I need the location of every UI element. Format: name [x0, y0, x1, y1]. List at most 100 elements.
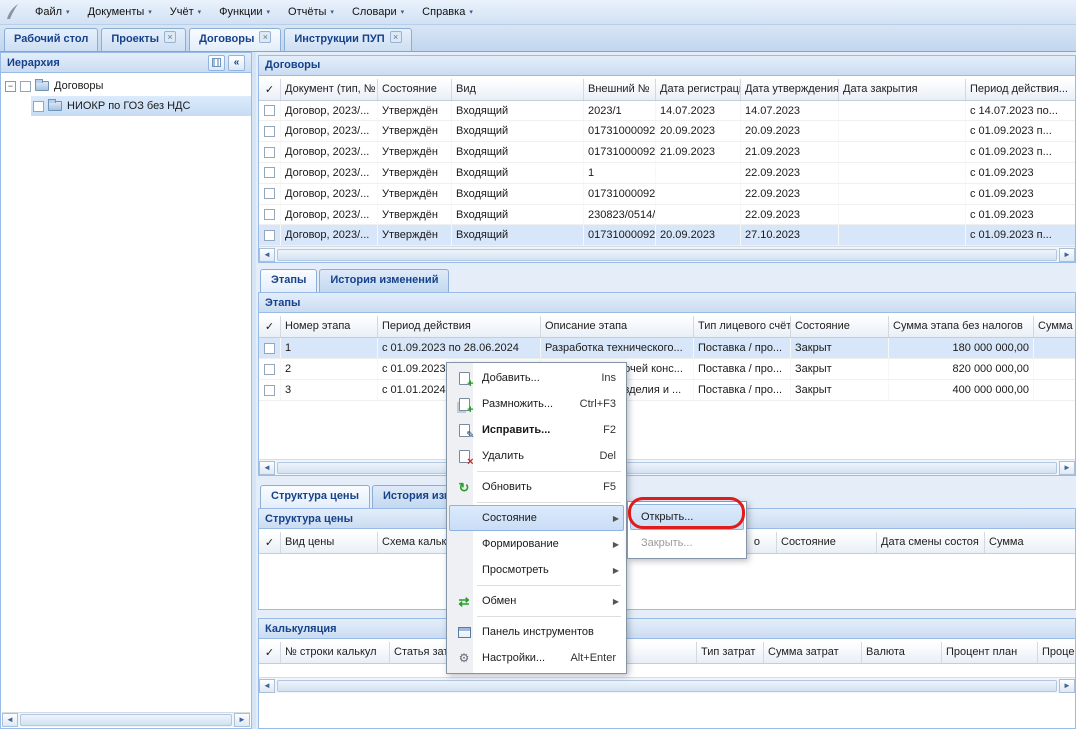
- column-header-sum-no-tax[interactable]: Сумма этапа без налогов: [889, 316, 1034, 337]
- calc-horizontal-scrollbar[interactable]: ◄ ►: [259, 677, 1075, 693]
- row-checkbox[interactable]: [259, 121, 281, 141]
- tree-node-child[interactable]: НИОКР по ГОЗ без НДС: [1, 96, 251, 116]
- hierarchy-horizontal-scrollbar[interactable]: ◄ ►: [2, 712, 250, 727]
- row-checkbox[interactable]: [259, 184, 281, 204]
- stages-row[interactable]: 3 с 01.01.2024 по ... Изготовление издел…: [259, 380, 1075, 401]
- tab-price-structure[interactable]: Структура цены: [260, 485, 370, 508]
- menu-item-duplicate[interactable]: Размножить... Ctrl+F3: [449, 391, 624, 417]
- column-header-percent-plan[interactable]: Процент план: [942, 642, 1038, 663]
- column-header-description[interactable]: Описание этапа: [541, 316, 694, 337]
- menu-file[interactable]: Файл▾: [26, 0, 79, 25]
- column-header-approve-date[interactable]: Дата утверждения: [741, 79, 839, 100]
- column-header-price-kind[interactable]: Вид цены: [281, 532, 378, 553]
- stages-row-selected[interactable]: 1 с 01.09.2023 по 28.06.2024 Разработка …: [259, 338, 1075, 359]
- column-header-state-change-date[interactable]: Дата смены состоя: [877, 532, 985, 553]
- stages-row[interactable]: 2 с 01.09.2023 по ... Выполнение прочей …: [259, 359, 1075, 380]
- collapse-node-icon[interactable]: −: [5, 81, 16, 92]
- menu-accounting[interactable]: Учёт▾: [161, 0, 210, 25]
- menu-item-view[interactable]: Просмотреть ▶: [449, 557, 624, 583]
- column-header-period[interactable]: Период действия: [378, 316, 541, 337]
- column-header-reg-date[interactable]: Дата регистрации: [656, 79, 741, 100]
- scroll-right-icon[interactable]: ►: [1059, 461, 1075, 475]
- scroll-left-icon[interactable]: ◄: [259, 248, 275, 262]
- scroll-right-icon[interactable]: ►: [234, 713, 250, 727]
- tree-node-root[interactable]: − Договоры: [1, 76, 251, 96]
- tab-projects[interactable]: Проекты×: [101, 28, 186, 51]
- tree-node-child-selection[interactable]: НИОКР по ГОЗ без НДС: [31, 96, 251, 116]
- scrollbar-thumb[interactable]: [277, 462, 1057, 474]
- row-checkbox[interactable]: [259, 101, 281, 121]
- menu-item-refresh[interactable]: ↻ Обновить F5: [449, 474, 624, 500]
- close-icon[interactable]: ×: [164, 31, 176, 43]
- close-icon[interactable]: ×: [259, 31, 271, 43]
- column-header-kind[interactable]: Вид: [452, 79, 584, 100]
- panel-splitter[interactable]: [252, 52, 256, 729]
- row-checkbox[interactable]: [259, 359, 281, 379]
- column-header-calc-line-no[interactable]: № строки калькул: [281, 642, 390, 663]
- menu-functions[interactable]: Функции▾: [210, 0, 279, 25]
- select-all-header[interactable]: ✓: [259, 79, 281, 100]
- scroll-right-icon[interactable]: ►: [1059, 248, 1075, 262]
- tree-checkbox[interactable]: [33, 101, 44, 112]
- column-header-close-date[interactable]: Дата закрытия: [839, 79, 966, 100]
- tree-checkbox[interactable]: [20, 81, 31, 92]
- column-header-period[interactable]: Период действия...: [966, 79, 1075, 100]
- row-checkbox[interactable]: [259, 142, 281, 162]
- menu-reports[interactable]: Отчёты▾: [279, 0, 343, 25]
- contracts-row[interactable]: Договор, 2023/... Утверждён Входящий 017…: [259, 121, 1075, 142]
- stages-horizontal-scrollbar[interactable]: ◄ ►: [259, 459, 1075, 475]
- scrollbar-thumb[interactable]: [277, 680, 1057, 692]
- column-header-percent-fact[interactable]: Процент ф: [1038, 642, 1075, 663]
- contracts-horizontal-scrollbar[interactable]: ◄ ►: [259, 246, 1075, 262]
- column-header-account-type[interactable]: Тип лицевого счёт: [694, 316, 791, 337]
- column-header-sum[interactable]: Сумма: [985, 532, 1075, 553]
- row-checkbox[interactable]: [259, 225, 281, 245]
- column-header-external-no[interactable]: Внешний №: [584, 79, 656, 100]
- menu-help[interactable]: Справка▾: [413, 0, 482, 25]
- row-checkbox[interactable]: [259, 205, 281, 225]
- collapse-panel-icon[interactable]: «: [228, 55, 245, 71]
- column-header-document[interactable]: Документ (тип, №: [281, 79, 378, 100]
- scrollbar-thumb[interactable]: [277, 249, 1057, 261]
- column-header-cost-sum[interactable]: Сумма затрат: [764, 642, 862, 663]
- select-all-header[interactable]: ✓: [259, 532, 281, 553]
- scroll-left-icon[interactable]: ◄: [259, 461, 275, 475]
- tab-desktop[interactable]: Рабочий стол: [4, 28, 98, 51]
- select-all-header[interactable]: ✓: [259, 316, 281, 337]
- column-header-state[interactable]: Состояние: [777, 532, 877, 553]
- row-checkbox[interactable]: [259, 380, 281, 400]
- close-icon[interactable]: ×: [390, 31, 402, 43]
- contracts-row[interactable]: Договор, 2023/... Утверждён Входящий 017…: [259, 184, 1075, 205]
- menu-item-toolbar[interactable]: Панель инструментов: [449, 619, 624, 645]
- row-checkbox[interactable]: [259, 338, 281, 358]
- contracts-row[interactable]: Договор, 2023/... Утверждён Входящий 1 2…: [259, 163, 1075, 184]
- menu-item-exchange[interactable]: ⇄ Обмен ▶: [449, 588, 624, 614]
- menu-item-settings[interactable]: ⚙ Настройки... Alt+Enter: [449, 645, 624, 671]
- contracts-row[interactable]: Договор, 2023/... Утверждён Входящий 017…: [259, 142, 1075, 163]
- select-all-header[interactable]: ✓: [259, 642, 281, 663]
- contracts-row-selected[interactable]: Договор, 2023/... Утверждён Входящий 017…: [259, 225, 1075, 246]
- contracts-row[interactable]: Договор, 2023/... Утверждён Входящий 202…: [259, 101, 1075, 122]
- menu-dictionaries[interactable]: Словари▾: [343, 0, 413, 25]
- contracts-row[interactable]: Договор, 2023/... Утверждён Входящий 230…: [259, 205, 1075, 226]
- column-header-state[interactable]: Состояние: [378, 79, 452, 100]
- menu-item-add[interactable]: Добавить... Ins: [449, 365, 624, 391]
- column-header-cost-type[interactable]: Тип затрат: [697, 642, 764, 663]
- column-header-currency[interactable]: Валюта: [862, 642, 942, 663]
- column-header-state[interactable]: Состояние: [791, 316, 889, 337]
- tab-change-history[interactable]: История изменений: [319, 269, 449, 292]
- scrollbar-thumb[interactable]: [20, 714, 232, 726]
- column-header-sum[interactable]: Сумма: [1034, 316, 1075, 337]
- menu-item-edit[interactable]: Исправить... F2: [449, 417, 624, 443]
- tab-stages[interactable]: Этапы: [260, 269, 317, 292]
- menu-documents[interactable]: Документы▾: [79, 0, 161, 25]
- scroll-right-icon[interactable]: ►: [1059, 679, 1075, 693]
- menu-item-formation[interactable]: Формирование ▶: [449, 531, 624, 557]
- scroll-left-icon[interactable]: ◄: [2, 713, 18, 727]
- columns-icon[interactable]: [208, 55, 225, 71]
- tab-instructions[interactable]: Инструкции ПУП×: [284, 28, 411, 51]
- column-header-stage-no[interactable]: Номер этапа: [281, 316, 378, 337]
- submenu-item-open[interactable]: Открыть...: [630, 504, 744, 530]
- row-checkbox[interactable]: [259, 163, 281, 183]
- menu-item-state[interactable]: Состояние ▶: [449, 505, 624, 531]
